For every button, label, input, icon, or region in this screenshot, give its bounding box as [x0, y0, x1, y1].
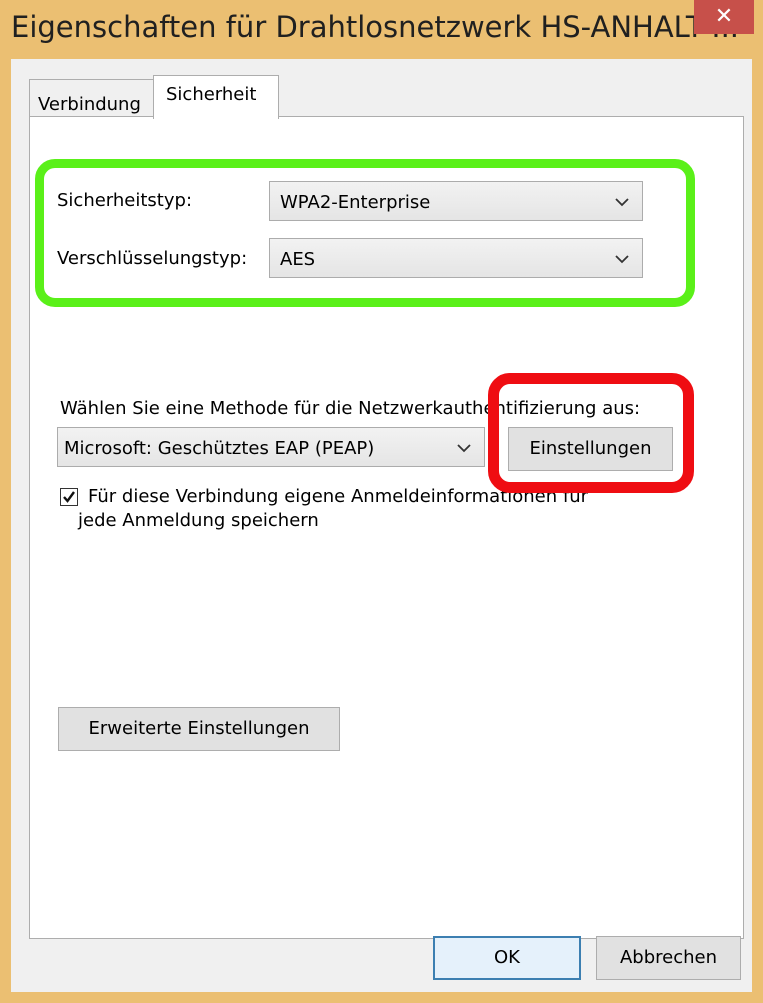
chevron-down-icon: [615, 255, 629, 264]
window-frame: Eigenschaften für Drahtlosnetzwerk HS-AN…: [0, 0, 763, 1003]
close-icon: ✕: [714, 4, 734, 29]
security-type-dropdown[interactable]: WPA2-Enterprise: [269, 181, 643, 221]
remember-credentials-label-line1: Für diese Verbindung eigene Anmeldeinfor…: [88, 486, 589, 507]
security-type-label: Sicherheitstyp:: [57, 190, 193, 211]
settings-button[interactable]: Einstellungen: [508, 427, 673, 471]
tab-sicherheit[interactable]: Sicherheit: [153, 75, 279, 119]
advanced-settings-button[interactable]: Erweiterte Einstellungen: [58, 707, 340, 751]
encryption-type-value: AES: [280, 249, 316, 270]
window-title: Eigenschaften für Drahtlosnetzwerk HS-AN…: [11, 10, 740, 44]
chevron-down-icon: [615, 198, 629, 207]
security-type-value: WPA2-Enterprise: [280, 192, 431, 213]
close-button[interactable]: ✕: [694, 0, 754, 34]
ok-button[interactable]: OK: [433, 936, 581, 980]
encryption-type-dropdown[interactable]: AES: [269, 238, 643, 278]
encryption-type-label: Verschlüsselungstyp:: [57, 248, 248, 269]
auth-method-label: Wählen Sie eine Methode für die Netzwerk…: [60, 398, 641, 419]
chevron-down-icon: [457, 444, 471, 453]
auth-method-dropdown[interactable]: Microsoft: Geschütztes EAP (PEAP): [57, 427, 485, 467]
auth-method-value: Microsoft: Geschütztes EAP (PEAP): [64, 438, 375, 459]
remember-credentials-label-line2: jede Anmeldung speichern: [78, 510, 319, 531]
checkmark-icon: [63, 491, 75, 503]
tab-verbindung[interactable]: Verbindung: [29, 79, 154, 117]
cancel-button[interactable]: Abbrechen: [596, 936, 741, 980]
remember-credentials-checkbox[interactable]: [60, 488, 78, 506]
